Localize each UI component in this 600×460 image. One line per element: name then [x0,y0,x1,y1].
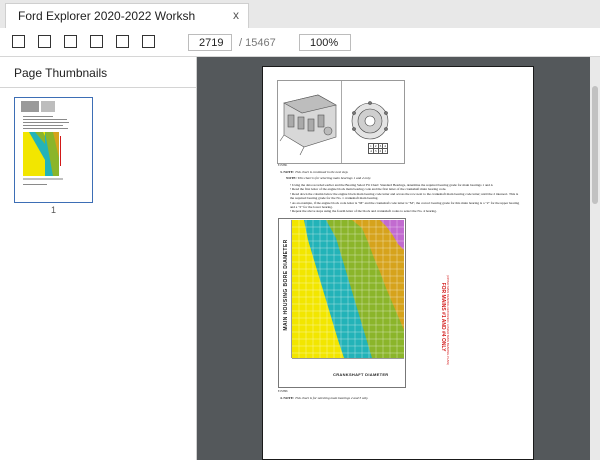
sidebar-toggle-icon[interactable] [12,35,25,48]
figure-id: E172891 [278,164,288,167]
tab-bar: Ford Explorer 2020-2022 Worksh x [0,0,600,28]
engine-illustration: 1 2 3 4 4 3 2 1 [277,80,405,164]
step-4-note: 4. NOTE: This chart is for selecting mai… [280,396,369,400]
page-total: / 15467 [239,37,276,49]
toolbar: 2719 / 15467 100% [0,28,600,57]
thumbnail-sidebar: Page Thumbnails 1 [0,57,197,460]
tab-title: Ford Explorer 2020-2022 Worksh [18,9,196,23]
last-page-icon[interactable] [116,35,129,48]
chart-red-sublabel: (UPPER MAIN BEARING GROOVED / LOWER MAIN… [446,274,450,366]
sidebar-divider [0,87,196,88]
list-item: • Read down the column below the engine … [290,191,519,201]
bearing-select-chart: MAIN HOUSING BORE DIAMETER CRANKSHAFT DI… [278,218,406,388]
document-viewer[interactable]: 1 2 3 4 4 3 2 1 E172891 3. NOTE: This ch… [197,57,590,460]
grade-grid [292,220,404,358]
chart-bottom-label: CRANKSHAFT DIAMETER [333,372,389,377]
zoom-input[interactable]: 100% [299,34,351,51]
page-thumbnail[interactable] [14,97,93,203]
thumbnail-page-number: 1 [50,205,56,215]
sidebar-title: Page Thumbnails [14,66,108,80]
document-page: 1 2 3 4 4 3 2 1 E172891 3. NOTE: This ch… [262,66,534,460]
chart-ref: E172896 [278,390,288,393]
close-icon[interactable]: x [233,8,239,22]
thumbnail-preview [21,101,69,185]
first-page-icon[interactable] [38,35,51,48]
tab-document[interactable]: Ford Explorer 2020-2022 Worksh x [5,3,249,28]
list-item: • Repeat the above steps using the fourt… [290,209,437,214]
scrollbar-thumb[interactable] [592,86,598,204]
list-item: • As an example, if the engine block cod… [290,200,520,210]
vertical-scrollbar[interactable] [590,57,600,460]
rotate-icon[interactable] [142,35,155,48]
page-number-input[interactable]: 2719 [188,34,232,51]
previous-page-icon[interactable] [64,35,77,48]
step-3-note: 3. NOTE: This chart is continued in the … [280,170,349,174]
chart-vertical-label: MAIN HOUSING BORE DIAMETER [283,239,289,331]
bearing-1-4-note: NOTE: This chart is for selecting main b… [286,176,371,180]
next-page-icon[interactable] [90,35,103,48]
callout-table: 1 2 3 4 4 3 2 1 [368,143,388,154]
instruction-list: • Using the data recorded earlier and th… [290,183,522,214]
